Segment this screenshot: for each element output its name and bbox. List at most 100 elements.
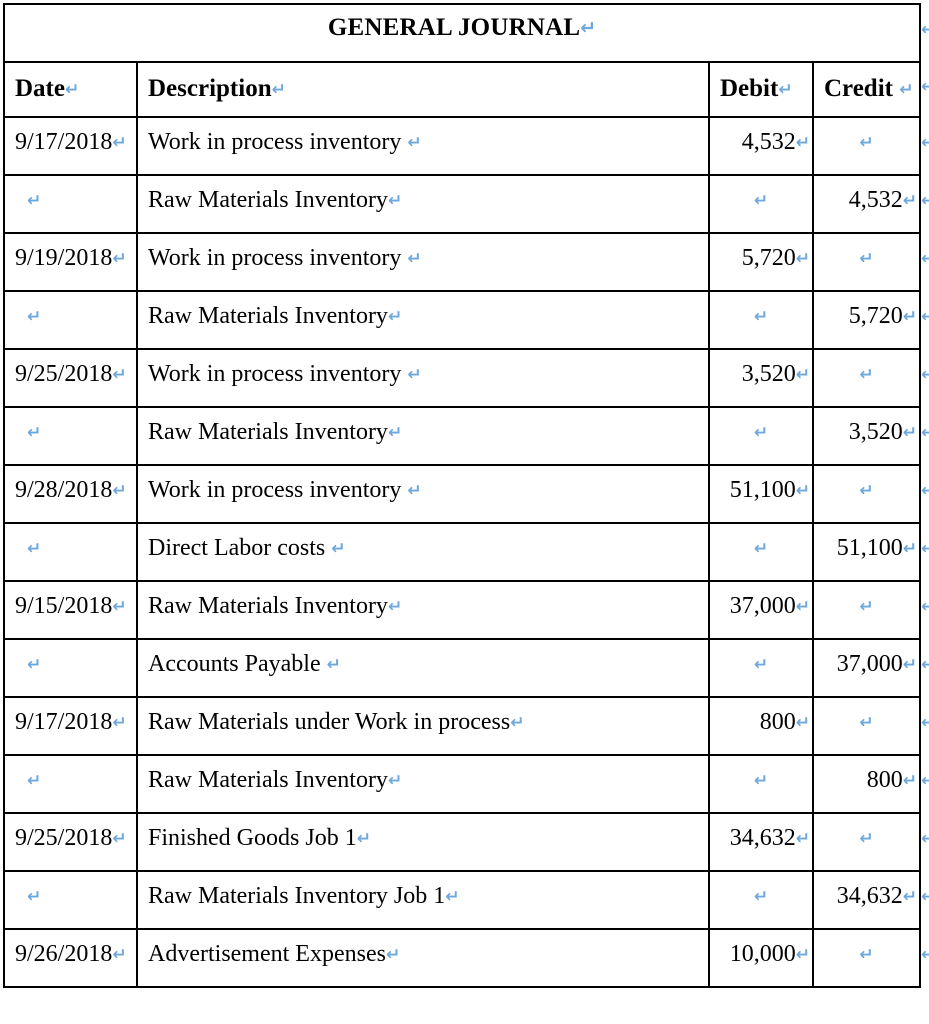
cell-description: Work in process inventory ↵ [136, 232, 710, 292]
cell-debit: 51,100↵ [708, 464, 814, 524]
paragraph-return-mark-icon: ↵ [445, 887, 460, 907]
cell-value: ↵ [5, 756, 136, 792]
cell-value: ↵ [710, 524, 812, 560]
paragraph-return-mark-icon: ↵ [27, 539, 42, 559]
table-row: 9/17/2018↵ Raw Materials under Work in pr… [3, 696, 922, 756]
cell-debit: ↵ [708, 522, 814, 582]
cell-value: Work in process inventory ↵ [148, 477, 422, 503]
cell-debit: ↵ [708, 870, 814, 930]
cell-value: ↵ [5, 872, 136, 908]
cell-value: Advertisement Expenses↵ [148, 941, 401, 967]
cell-value: ↵ [814, 234, 919, 270]
table-row: 9/25/2018↵ Work in process inventory ↵ 3,5… [3, 348, 922, 408]
paragraph-return-mark-icon: ↵ [112, 829, 127, 849]
cell-credit: ↵ [811, 928, 922, 988]
table-row: ↵ Raw Materials Inventory↵ ↵ 800↵ [3, 754, 922, 814]
cell-value: 34,632↵ [729, 825, 810, 851]
cell-value: ↵ [710, 872, 812, 908]
cell-credit: 37,000↵ [811, 638, 922, 698]
cell-date: 9/26/2018↵ [3, 928, 138, 988]
table-row: 9/25/2018↵ Finished Goods Job 1↵ 34,632↵ ↵ [3, 812, 922, 872]
table-row: ↵ Raw Materials Inventory↵ ↵ 3,520↵ [3, 406, 922, 466]
column-header-description: Description↵ [136, 61, 710, 118]
table-row: 9/17/2018↵ Work in process inventory ↵ 4,5… [3, 116, 922, 176]
column-header-label: Description↵ [148, 75, 286, 102]
cell-debit: 37,000↵ [708, 580, 814, 640]
cell-date: 9/15/2018↵ [3, 580, 138, 640]
cell-value: 9/28/2018↵ [15, 477, 127, 503]
paragraph-return-mark-icon: ↵ [112, 249, 127, 269]
cell-description: Raw Materials Inventory↵ [136, 290, 710, 350]
cell-description: Advertisement Expenses↵ [136, 928, 710, 988]
cell-value: ↵ [710, 176, 812, 212]
cell-description: Raw Materials Inventory↵ [136, 174, 710, 234]
cell-value: 5,720↵ [741, 245, 810, 271]
paragraph-return-mark-icon: ↵ [387, 191, 403, 211]
paragraph-return-mark-icon: ↵ [795, 365, 810, 385]
paragraph-return-mark-icon: ↵ [27, 887, 42, 907]
paragraph-return-mark-icon: ↵ [407, 365, 422, 385]
cell-value: ↵ [814, 814, 919, 850]
table-row: ↵ Raw Materials Inventory↵ ↵ 5,720↵ [3, 290, 922, 350]
cell-debit: ↵ [708, 406, 814, 466]
end-of-row-mark-icon: ↵ [921, 133, 929, 153]
cell-value: 9/15/2018↵ [15, 593, 127, 619]
cell-value: 3,520↵ [741, 361, 810, 387]
cell-credit: ↵ [811, 116, 922, 176]
end-of-row-mark-icon: ↵ [921, 539, 929, 559]
paragraph-return-mark-icon: ↵ [407, 481, 422, 501]
column-header-label: Debit↵ [720, 75, 793, 102]
paragraph-return-mark-icon: ↵ [902, 191, 918, 211]
cell-value: Work in process inventory ↵ [148, 245, 422, 271]
paragraph-return-mark-icon: ↵ [271, 80, 286, 100]
cell-value: Raw Materials Inventory Job 1↵ [148, 883, 460, 909]
paragraph-return-mark-icon: ↵ [356, 829, 371, 849]
cell-debit: 5,720↵ [708, 232, 814, 292]
cell-value: ↵ [814, 350, 919, 386]
cell-debit: 10,000↵ [708, 928, 814, 988]
end-of-row-mark-icon: ↵ [921, 249, 929, 269]
paragraph-return-mark-icon: ↵ [902, 655, 918, 675]
column-header-label: Date↵ [15, 75, 80, 102]
paragraph-return-mark-icon: ↵ [859, 481, 874, 501]
paragraph-return-mark-icon: ↵ [112, 365, 127, 385]
paragraph-return-mark-icon: ↵ [407, 249, 422, 269]
paragraph-return-mark-icon: ↵ [753, 423, 769, 443]
journal-title-cell: GENERAL JOURNAL↵ [2, 3, 922, 63]
end-of-row-mark-icon: ↵ [921, 423, 929, 443]
end-of-row-mark-icon: ↵ [921, 597, 929, 617]
journal-title-row: GENERAL JOURNAL↵ [2, 3, 922, 63]
cell-credit: ↵ [811, 464, 922, 524]
table-row: 9/26/2018↵ Advertisement Expenses↵ 10,000↵… [3, 928, 922, 988]
journal-page: GENERAL JOURNAL↵ Date↵ Description↵ Debit↵ C… [0, 0, 929, 1024]
paragraph-return-mark-icon: ↵ [27, 655, 42, 675]
end-of-row-mark-icon: ↵ [921, 829, 929, 849]
cell-value: Finished Goods Job 1↵ [148, 825, 371, 851]
table-row: ↵ Raw Materials Inventory↵ ↵ 4,532↵ [3, 174, 922, 234]
cell-value: ↵ [5, 524, 136, 560]
cell-credit: 800↵ [811, 754, 922, 814]
cell-debit: ↵ [708, 174, 814, 234]
cell-credit: ↵ [811, 696, 922, 756]
cell-description: Finished Goods Job 1↵ [136, 812, 710, 872]
cell-value: 4,532↵ [848, 187, 918, 213]
cell-description: Raw Materials Inventory↵ [136, 580, 710, 640]
paragraph-return-mark-icon: ↵ [27, 191, 42, 211]
paragraph-return-mark-icon: ↵ [795, 945, 810, 965]
cell-value: ↵ [5, 176, 136, 212]
cell-value: 800↵ [759, 709, 810, 735]
end-of-row-mark-icon: ↵ [921, 191, 929, 211]
paragraph-return-mark-icon: ↵ [902, 539, 918, 559]
table-row: ↵ Accounts Payable ↵ ↵ 37,000↵ [3, 638, 922, 698]
cell-date: ↵ [3, 522, 138, 582]
column-header-date: Date↵ [3, 61, 138, 118]
paragraph-return-mark-icon: ↵ [112, 713, 127, 733]
paragraph-return-mark-icon: ↵ [902, 887, 918, 907]
cell-credit: 34,632↵ [811, 870, 922, 930]
cell-value: Raw Materials Inventory↵ [148, 419, 403, 445]
paragraph-return-mark-icon: ↵ [778, 80, 793, 100]
cell-value: Work in process inventory ↵ [148, 361, 422, 387]
cell-value: Raw Materials Inventory↵ [148, 303, 403, 329]
paragraph-return-mark-icon: ↵ [902, 307, 918, 327]
end-of-row-marks: ↵ ↵ ↵ ↵ ↵ ↵ ↵ ↵ ↵ ↵ ↵ ↵ ↵ ↵ ↵ ↵ ↵ [921, 3, 929, 986]
